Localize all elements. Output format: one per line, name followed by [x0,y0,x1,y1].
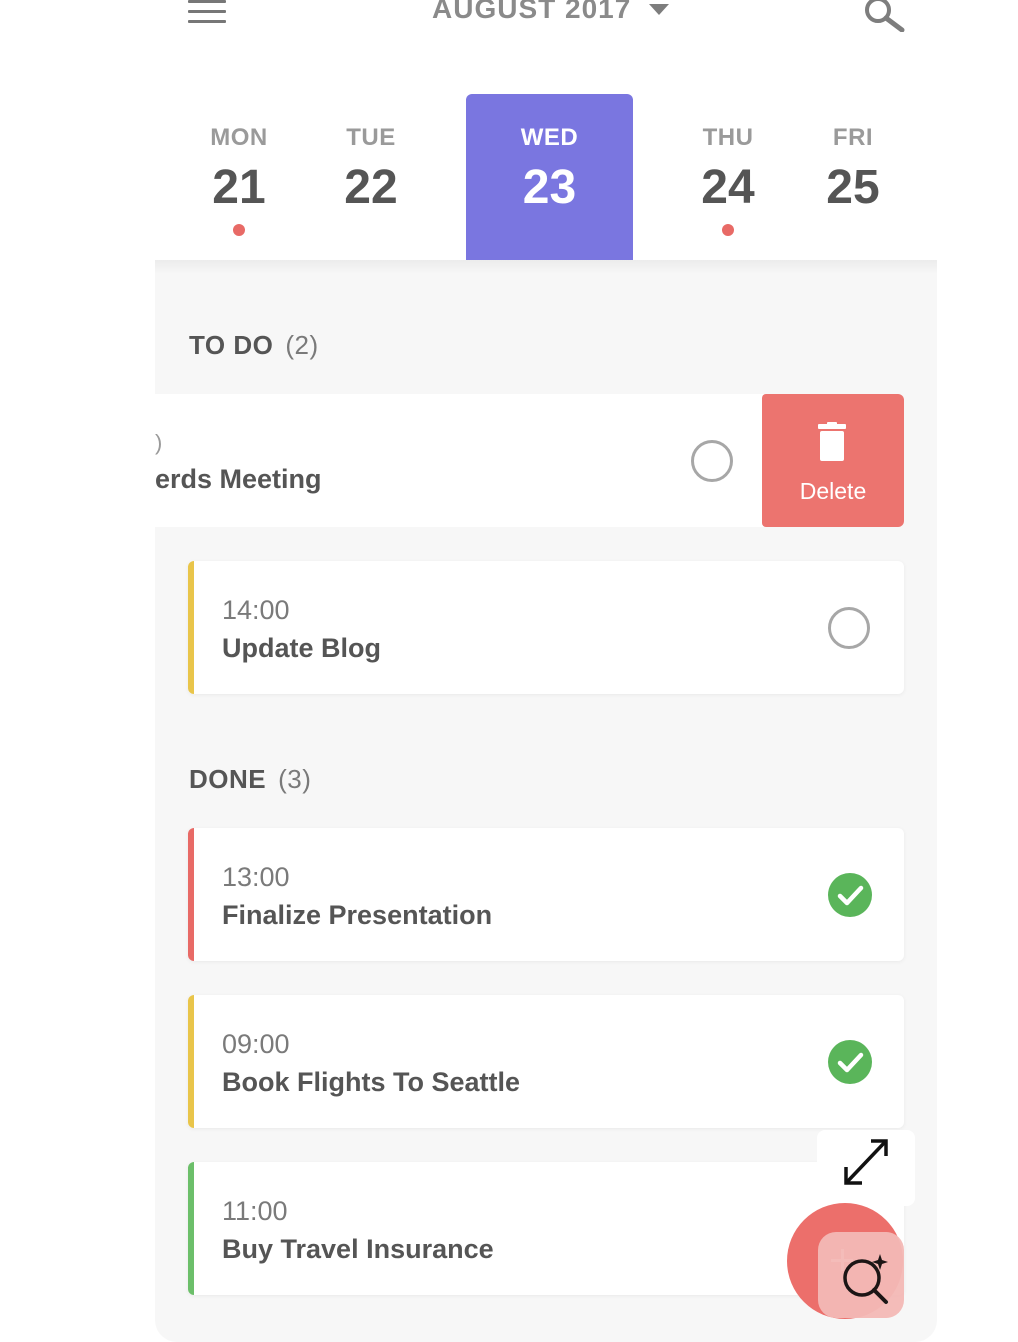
task-card[interactable]: 09:00 Book Flights To Seattle [188,995,904,1128]
task-name: Book Flights To Seattle [222,1067,521,1097]
todo-count: (2) [285,330,319,360]
day-tue[interactable]: TUE 22 [312,94,430,260]
done-count: (3) [278,764,312,794]
month-label: AUGUST 2017 [432,0,632,24]
search-icon[interactable] [864,0,906,33]
day-number: 21 [212,161,266,214]
day-number: 25 [826,161,880,214]
event-dot [722,224,734,236]
month-selector[interactable]: AUGUST 2017 [432,0,670,26]
day-wed-selected[interactable]: WED 23 [466,94,633,260]
ai-search-icon[interactable] [818,1232,904,1318]
day-number: 23 [522,161,577,214]
day-fri[interactable]: FRI 25 [794,94,912,260]
event-dot [233,224,245,236]
expand-icon[interactable] [817,1130,915,1206]
task-time: ) [155,430,163,455]
done-section-title: DONE (3) [189,764,311,795]
day-number: 24 [701,161,755,214]
task-name: Finalize Presentation [222,900,493,930]
checkmark-icon[interactable] [828,1040,872,1084]
day-name: THU [702,124,754,151]
caret-down-icon [649,3,670,15]
task-time: 14:00 [222,595,290,625]
task-card[interactable]: 13:00 Finalize Presentation [188,828,904,961]
complete-checkbox[interactable] [691,440,733,482]
hamburger-menu-icon[interactable] [188,0,226,24]
priority-bar [188,561,194,694]
day-name: MON [210,124,268,151]
priority-bar [188,1162,194,1295]
task-card[interactable]: 14:00 Update Blog [188,561,904,694]
priority-bar [188,828,194,961]
day-name: FRI [832,124,874,151]
day-thu[interactable]: THU 24 [669,94,787,260]
todo-title: TO DO [189,330,274,360]
done-title: DONE [189,764,267,794]
priority-bar [188,995,194,1128]
task-name: Update Blog [222,633,381,663]
task-time: 09:00 [222,1029,290,1059]
delete-button[interactable]: Delete [762,394,904,527]
task-time: 13:00 [222,862,290,892]
task-name: erds Meeting [155,464,322,494]
trash-icon [818,422,846,461]
swiped-task-card[interactable]: ) erds Meeting [155,394,767,527]
todo-section-title: TO DO (2) [189,330,319,361]
day-mon[interactable]: MON 21 [180,94,298,260]
task-time: 11:00 [222,1196,288,1226]
day-number: 22 [344,161,398,214]
checkmark-icon[interactable] [828,873,872,917]
delete-label: Delete [799,478,867,504]
day-name: WED [520,124,579,151]
complete-checkbox[interactable] [828,607,870,649]
task-name: Buy Travel Insurance [222,1234,494,1264]
day-name: TUE [346,124,396,151]
